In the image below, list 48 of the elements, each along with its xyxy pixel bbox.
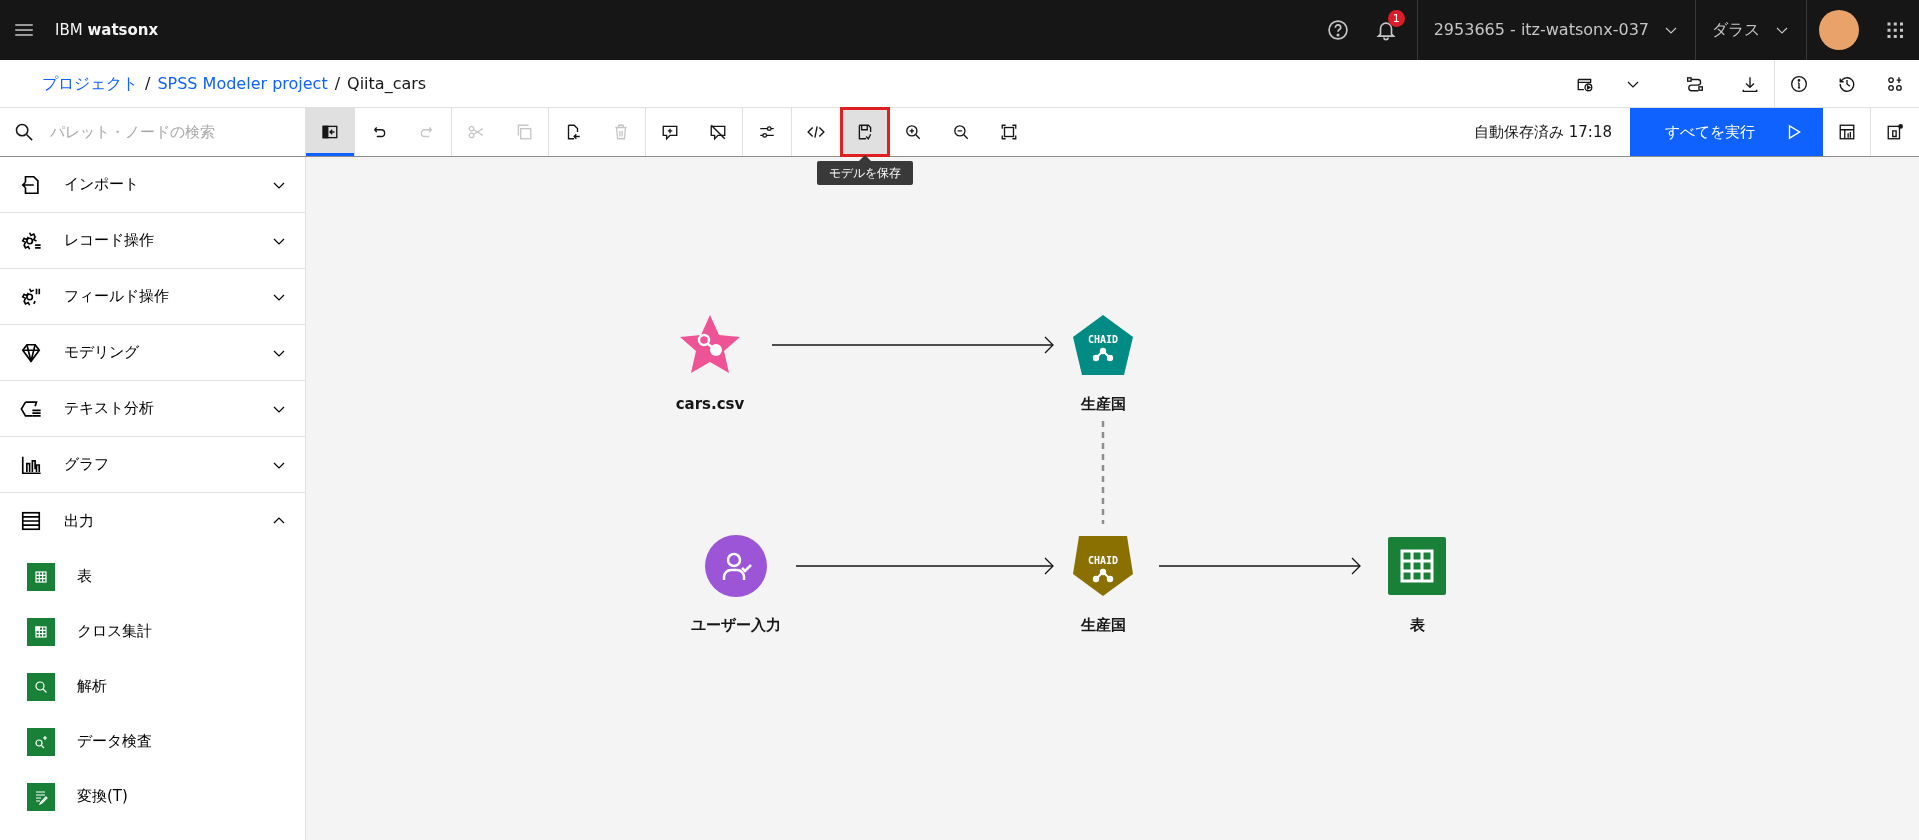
search-glyph [33, 678, 49, 695]
star-node[interactable] [678, 314, 742, 376]
tooltip: モデルを保存 [817, 161, 913, 185]
sidebar-collapse-button[interactable] [306, 108, 354, 156]
breadcrumb-separator: / [145, 72, 151, 95]
save-model-button[interactable] [841, 108, 889, 156]
import-icon [20, 173, 42, 196]
calendar-chart-icon [1837, 123, 1856, 141]
account-dropdown[interactable]: 2953665 - itz-watsonx-037 [1417, 0, 1695, 60]
search-plus-glyph [33, 733, 49, 750]
breadcrumb-link[interactable]: プロジェクト [42, 71, 138, 96]
pentagon-node[interactable]: CHAID [1072, 314, 1134, 376]
region-dropdown[interactable]: ダラス [1696, 0, 1806, 60]
crosstab-glyph [33, 623, 49, 640]
breadcrumb-current: Qiita_cars [347, 72, 427, 95]
autosave-status: 自動保存済み 17:18 [1474, 121, 1613, 143]
panel-icon [1886, 123, 1904, 141]
avatar [1819, 10, 1859, 50]
table-glyph [33, 568, 49, 585]
pentagon-node[interactable]: CHAID [1072, 535, 1134, 597]
user-node[interactable] [705, 535, 767, 597]
info-icon [1790, 74, 1808, 93]
run-all-button[interactable]: すべてを実行 [1630, 108, 1823, 156]
node-label: cars.csv [675, 394, 745, 415]
node-label: 表 [1409, 615, 1425, 636]
app-switcher-icon [1885, 20, 1905, 40]
list-icon [20, 510, 42, 532]
node-label: ユーザー入力 [691, 615, 781, 636]
document-edit-glyph [33, 788, 49, 805]
table-node[interactable] [1388, 537, 1446, 595]
notification-count: 1 [1387, 10, 1405, 27]
search-field[interactable]: パレット・ノードの検索 [48, 119, 268, 145]
tree-icon [1092, 347, 1114, 362]
node-label: 生産国 [1080, 394, 1126, 415]
help-icon [1326, 19, 1349, 41]
search-icon [14, 122, 34, 142]
node-badge-text: CHAID [1087, 555, 1119, 566]
download-icon [1741, 74, 1759, 93]
history-icon [1838, 74, 1856, 93]
tree-icon [1092, 568, 1114, 583]
settings-icon [1886, 74, 1904, 93]
breadcrumb-separator: / [334, 72, 341, 95]
node-badge-text: CHAID [1087, 334, 1119, 345]
diamond-icon [20, 341, 42, 364]
breadcrumb-link[interactable]: SPSS Modeler project [157, 71, 328, 96]
flow-icon [1686, 74, 1704, 93]
product-name: IBM watsonx [55, 19, 159, 41]
node-label: 生産国 [1080, 615, 1126, 636]
